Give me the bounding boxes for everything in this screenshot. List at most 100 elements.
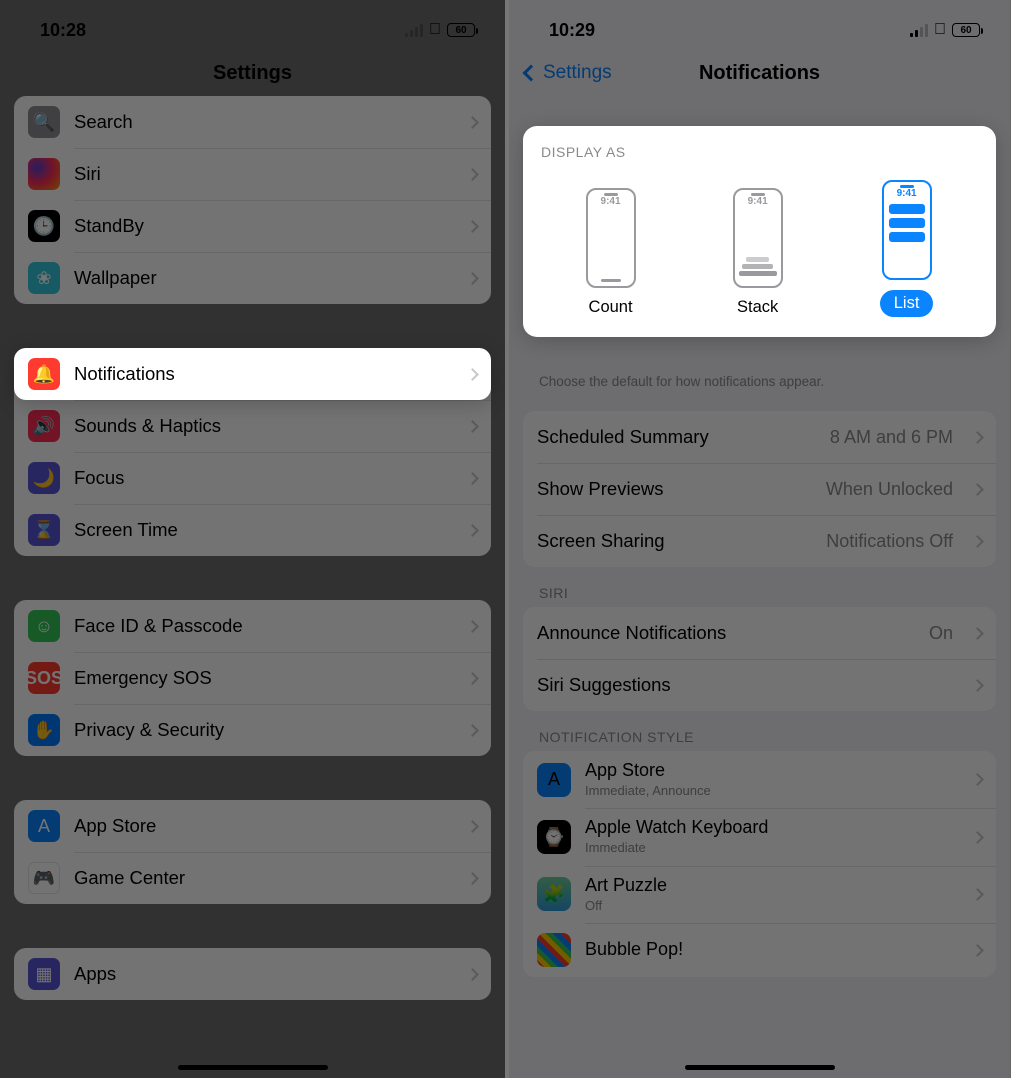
row-standby[interactable]: 🕒 StandBy: [14, 200, 491, 252]
siri-icon: [28, 158, 60, 190]
chevron-right-icon: [971, 888, 984, 901]
app-sub: Immediate, Announce: [585, 783, 959, 799]
chevron-right-icon: [971, 627, 984, 640]
display-option-stack[interactable]: 9:41 Stack: [733, 188, 783, 317]
chevron-right-icon: [466, 672, 479, 685]
apps-icon: ▦: [28, 958, 60, 990]
chevron-right-icon: [971, 431, 984, 444]
row-sounds-haptics[interactable]: 🔊 Sounds & Haptics: [14, 400, 491, 452]
display-option-label: List: [880, 290, 934, 317]
row-label: Game Center: [74, 867, 454, 889]
row-value: When Unlocked: [826, 479, 953, 500]
app-row-app-store[interactable]: A App Store Immediate, Announce: [523, 751, 996, 808]
siri-header: SIRI: [523, 567, 996, 607]
row-label: Siri Suggestions: [537, 674, 959, 696]
row-label: StandBy: [74, 215, 454, 237]
app-row-bubble-pop[interactable]: Bubble Pop!: [523, 923, 996, 977]
display-option-list[interactable]: 9:41 List: [880, 180, 934, 317]
chevron-right-icon: [971, 773, 984, 786]
chevron-right-icon: [971, 483, 984, 496]
row-label: Siri: [74, 163, 454, 185]
nav-bar: Settings Notifications: [509, 50, 1010, 96]
chevron-right-icon: [971, 535, 984, 548]
screen-time-icon: ⌛: [28, 514, 60, 546]
app-label: App Store: [585, 761, 959, 781]
focus-icon: 🌙: [28, 462, 60, 494]
row-show-previews[interactable]: Show Previews When Unlocked: [523, 463, 996, 515]
notifications-icon: 🔔: [28, 358, 60, 390]
row-scheduled-summary[interactable]: Scheduled Summary 8 AM and 6 PM: [523, 411, 996, 463]
display-option-label: Count: [589, 298, 633, 317]
row-label: Apps: [74, 963, 454, 985]
nav-bar: Settings: [0, 50, 505, 96]
row-label: Scheduled Summary: [537, 426, 816, 448]
row-value: On: [929, 623, 953, 644]
row-label: Show Previews: [537, 478, 812, 500]
row-apps[interactable]: ▦ Apps: [14, 948, 491, 1000]
chevron-right-icon: [466, 472, 479, 485]
chevron-right-icon: [971, 831, 984, 844]
dual-screenshot: 10:28 􀙇 60 Settings 🔍 Search Siri 🕒: [0, 0, 1011, 1078]
wifi-icon: 􀙇: [429, 21, 441, 39]
chevron-right-icon: [466, 116, 479, 129]
row-screen-sharing[interactable]: Screen Sharing Notifications Off: [523, 515, 996, 567]
sounds-haptics-icon: 🔊: [28, 410, 60, 442]
app-sub: Off: [585, 898, 959, 914]
display-option-count[interactable]: 9:41 Count: [586, 188, 636, 317]
display-as-options: 9:41 Count 9:41 Stack 9:41 List: [537, 180, 982, 317]
clock: 10:28: [40, 20, 86, 41]
style-header: NOTIFICATION STYLE: [523, 711, 996, 751]
row-app-store[interactable]: A App Store: [14, 800, 491, 852]
row-label: Privacy & Security: [74, 719, 454, 741]
row-label: Notifications: [74, 363, 454, 385]
row-face-id-passcode[interactable]: ☺ Face ID & Passcode: [14, 600, 491, 652]
row-screen-time[interactable]: ⌛ Screen Time: [14, 504, 491, 556]
row-search[interactable]: 🔍 Search: [14, 96, 491, 148]
bubble-pop-app-icon: [537, 933, 571, 967]
emergency-sos-icon: SOS: [28, 662, 60, 694]
row-label: Announce Notifications: [537, 622, 915, 644]
row-focus[interactable]: 🌙 Focus: [14, 452, 491, 504]
art-puzzle-app-icon: 🧩: [537, 877, 571, 911]
app-label: Apple Watch Keyboard: [585, 818, 959, 838]
row-announce-notifications[interactable]: Announce Notifications On: [523, 607, 996, 659]
page-title: Notifications: [699, 62, 820, 85]
row-privacy-security[interactable]: ✋ Privacy & Security: [14, 704, 491, 756]
row-label: Face ID & Passcode: [74, 615, 454, 637]
display-as-header: DISPLAY AS: [537, 144, 982, 180]
row-label: Focus: [74, 467, 454, 489]
row-wallpaper[interactable]: ❀ Wallpaper: [14, 252, 491, 304]
app-label: Art Puzzle: [585, 876, 959, 896]
clock: 10:29: [549, 20, 595, 41]
row-label: Screen Sharing: [537, 530, 812, 552]
row-game-center[interactable]: 🎮 Game Center: [14, 852, 491, 904]
display-option-label: Stack: [737, 298, 778, 317]
row-notifications[interactable]: 🔔 Notifications: [14, 348, 491, 400]
row-label: Emergency SOS: [74, 667, 454, 689]
chevron-right-icon: [466, 724, 479, 737]
row-siri-suggestions[interactable]: Siri Suggestions: [523, 659, 996, 711]
game-center-icon: 🎮: [28, 862, 60, 894]
row-label: Wallpaper: [74, 267, 454, 289]
row-label: Search: [74, 111, 454, 133]
home-indicator: [685, 1065, 835, 1070]
back-button[interactable]: Settings: [525, 62, 612, 84]
row-emergency-sos[interactable]: SOS Emergency SOS: [14, 652, 491, 704]
back-label: Settings: [543, 62, 612, 84]
status-bar: 10:29 􀙇 60: [509, 0, 1010, 50]
battery-icon: 60: [447, 23, 475, 37]
display-as-footer: Choose the default for how notifications…: [523, 366, 996, 389]
chevron-right-icon: [466, 368, 479, 381]
app-store-app-icon: A: [537, 763, 571, 797]
app-store-icon: A: [28, 810, 60, 842]
chevron-right-icon: [466, 524, 479, 537]
row-notifications[interactable]: 🔔 Notifications: [14, 348, 491, 400]
chevron-right-icon: [466, 968, 479, 981]
chevron-right-icon: [466, 420, 479, 433]
battery-icon: 60: [952, 23, 980, 37]
row-siri[interactable]: Siri: [14, 148, 491, 200]
display-as-card: DISPLAY AS 9:41 Count 9:41 Stack 9:41 Li…: [523, 126, 996, 337]
app-row-apple-watch-keyboard[interactable]: ⌚ Apple Watch Keyboard Immediate: [523, 808, 996, 865]
app-label: Bubble Pop!: [585, 940, 959, 960]
app-row-art-puzzle[interactable]: 🧩 Art Puzzle Off: [523, 866, 996, 923]
